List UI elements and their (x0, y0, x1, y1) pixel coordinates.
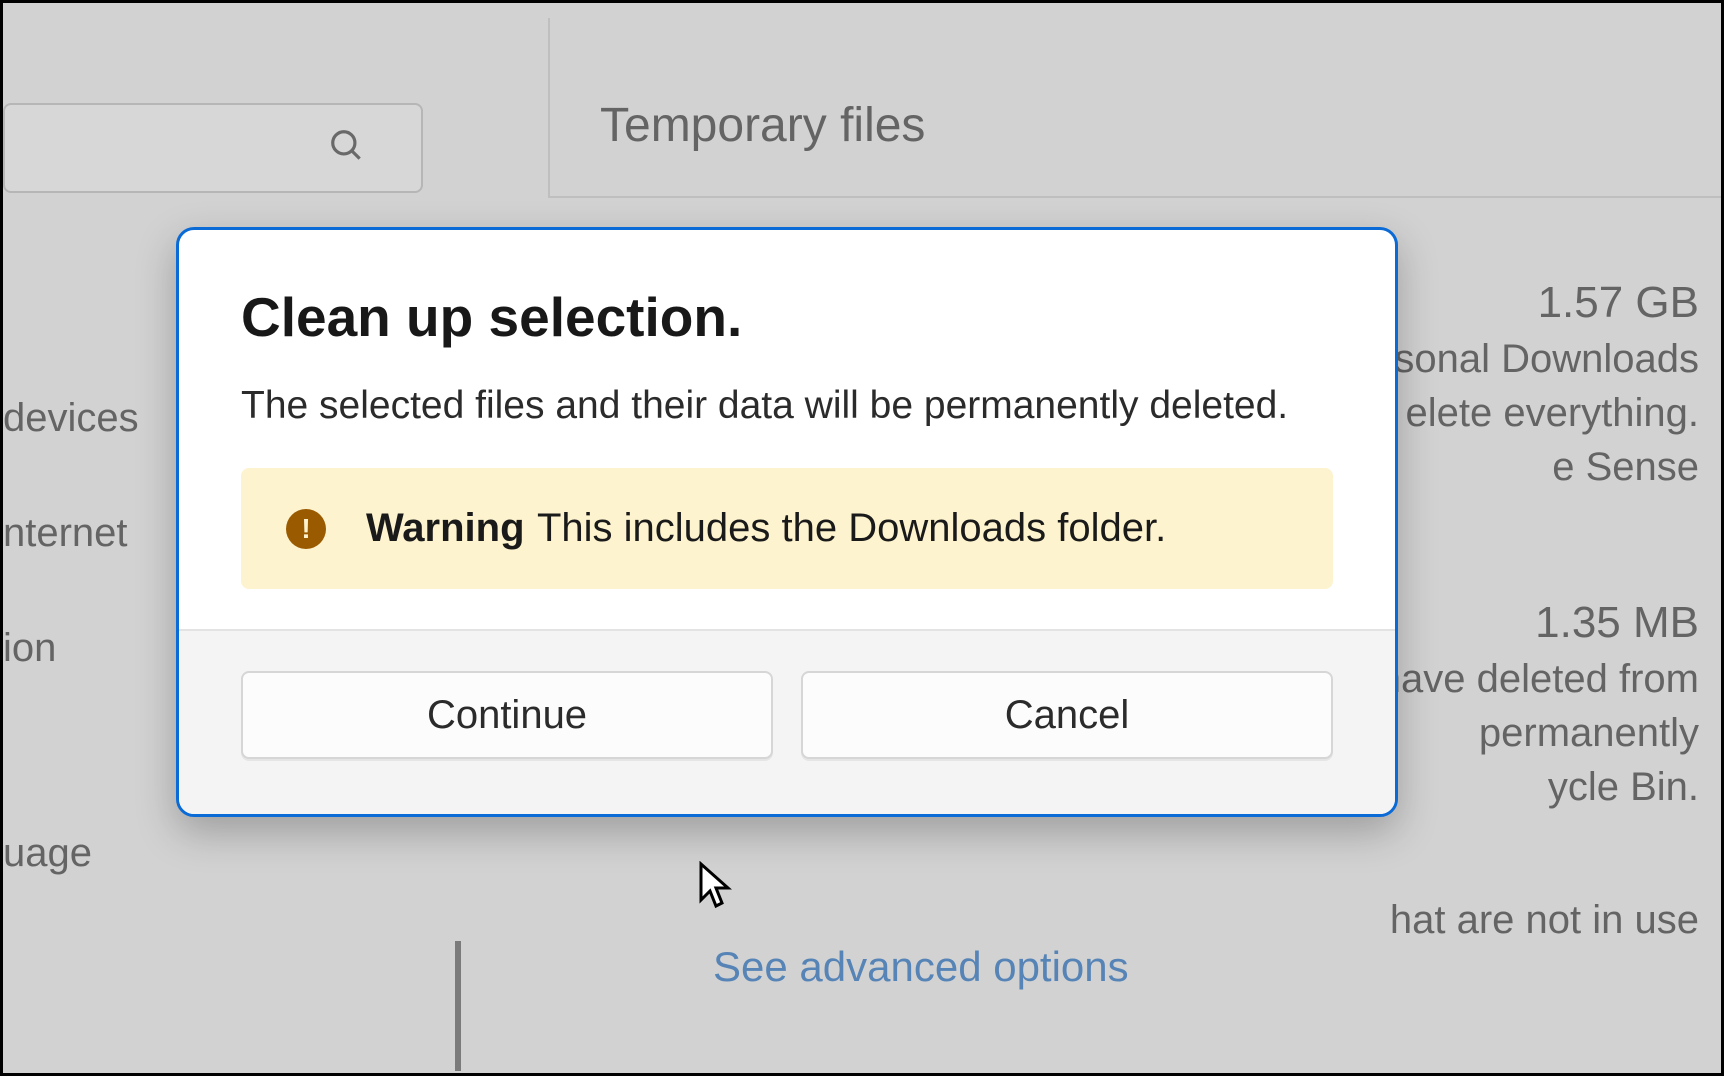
storage-item-downloads: 1.57 GB ersonal Downloads elete everythi… (1359, 273, 1699, 494)
storage-desc-line: permanently (1379, 706, 1699, 760)
sidebar-item-personalization[interactable]: ion (3, 628, 139, 668)
storage-desc-line: have deleted from (1379, 652, 1699, 706)
cleanup-confirmation-dialog: Clean up selection. The selected files a… (176, 227, 1398, 817)
advanced-options-link[interactable]: See advanced options (713, 943, 1129, 991)
search-input[interactable] (3, 103, 423, 193)
storage-desc-line: ycle Bin. (1379, 760, 1699, 814)
sidebar-item-language[interactable]: uage (3, 833, 139, 873)
storage-item-recyclebin: 1.35 MB have deleted from permanently yc… (1379, 593, 1699, 814)
storage-size: 1.57 GB (1359, 273, 1699, 332)
warning-message: This includes the Downloads folder. (537, 506, 1166, 550)
storage-size: 1.35 MB (1379, 593, 1699, 652)
storage-desc-line: e Sense (1359, 440, 1699, 494)
warning-label: Warning (366, 506, 525, 550)
sidebar-item-devices[interactable]: devices (3, 398, 139, 438)
cancel-button[interactable]: Cancel (801, 671, 1333, 759)
search-icon (328, 127, 366, 170)
storage-desc-line: elete everything. (1359, 386, 1699, 440)
vertical-divider (455, 941, 461, 1071)
page-title: Temporary files (600, 98, 1721, 153)
storage-desc-line: hat are not in use (1390, 893, 1699, 947)
sidebar-nav: devices nternet ion uage (3, 398, 139, 948)
dialog-title: Clean up selection. (241, 285, 1333, 349)
dialog-message: The selected files and their data will b… (241, 384, 1333, 428)
warning-banner: ! Warning This includes the Downloads fo… (241, 468, 1333, 589)
cursor-pointer-icon (698, 861, 734, 919)
warning-icon: ! (286, 509, 326, 549)
storage-desc-line: ersonal Downloads (1359, 332, 1699, 386)
dialog-footer: Continue Cancel (179, 629, 1395, 814)
storage-item-other: hat are not in use (1390, 893, 1699, 947)
sidebar-item-internet[interactable]: nternet (3, 513, 139, 553)
page-header: Temporary files (548, 18, 1721, 198)
continue-button[interactable]: Continue (241, 671, 773, 759)
